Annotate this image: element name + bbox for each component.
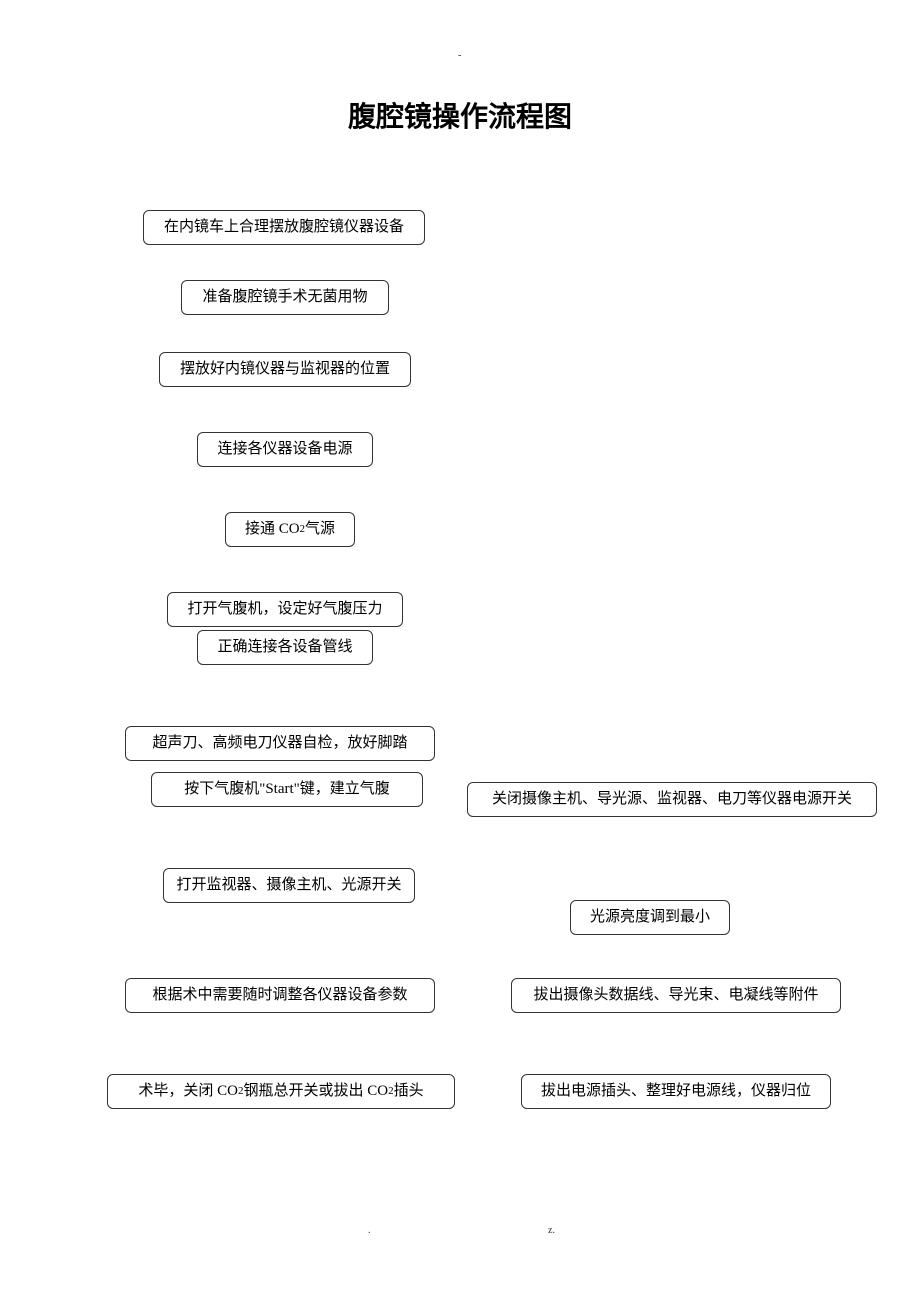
close-co2-pre: 术毕，关闭 CO	[138, 1081, 238, 1102]
flow-box-close-co2: 术毕，关闭 CO2 钢瓶总开关或拔出 CO2 插头	[107, 1074, 455, 1109]
flow-box-co2-source: 接通 CO2 气源	[225, 512, 355, 547]
flow-box-unplug-cables: 拔出摄像头数据线、导光束、电凝线等附件	[511, 978, 841, 1013]
flow-box-position-monitor: 摆放好内镜仪器与监视器的位置	[159, 352, 411, 387]
flow-box-pneumoperitoneum-pressure: 打开气腹机，设定好气腹压力	[167, 592, 403, 627]
diagram-title: 腹腔镜操作流程图	[0, 95, 920, 135]
flow-box-connect-power: 连接各仪器设备电源	[197, 432, 373, 467]
footer-marker-left: .	[368, 1225, 371, 1236]
close-co2-mid: 钢瓶总开关或拔出 CO	[243, 1081, 388, 1102]
flow-box-self-check: 超声刀、高频电刀仪器自检，放好脚踏	[125, 726, 435, 761]
footer-marker-right: z.	[548, 1225, 555, 1236]
flow-box-prepare-sterile: 准备腹腔镜手术无菌用物	[181, 280, 389, 315]
co2-text-pre: 接通 CO	[245, 519, 300, 540]
flow-box-connect-lines: 正确连接各设备管线	[197, 630, 373, 665]
flow-box-min-brightness: 光源亮度调到最小	[570, 900, 730, 935]
flow-box-adjust-params: 根据术中需要随时调整各仪器设备参数	[125, 978, 435, 1013]
flow-box-start-pneumoperitoneum: 按下气腹机"Start"键，建立气腹	[151, 772, 423, 807]
flow-box-open-monitor: 打开监视器、摄像主机、光源开关	[163, 868, 415, 903]
flow-box-close-power: 关闭摄像主机、导光源、监视器、电刀等仪器电源开关	[467, 782, 877, 817]
close-co2-post: 插头	[394, 1081, 424, 1102]
flow-box-unplug-power: 拔出电源插头、整理好电源线，仪器归位	[521, 1074, 831, 1109]
flow-box-setup-equipment: 在内镜车上合理摆放腹腔镜仪器设备	[143, 210, 425, 245]
header-marker: -	[458, 50, 461, 61]
co2-text-post: 气源	[305, 519, 335, 540]
